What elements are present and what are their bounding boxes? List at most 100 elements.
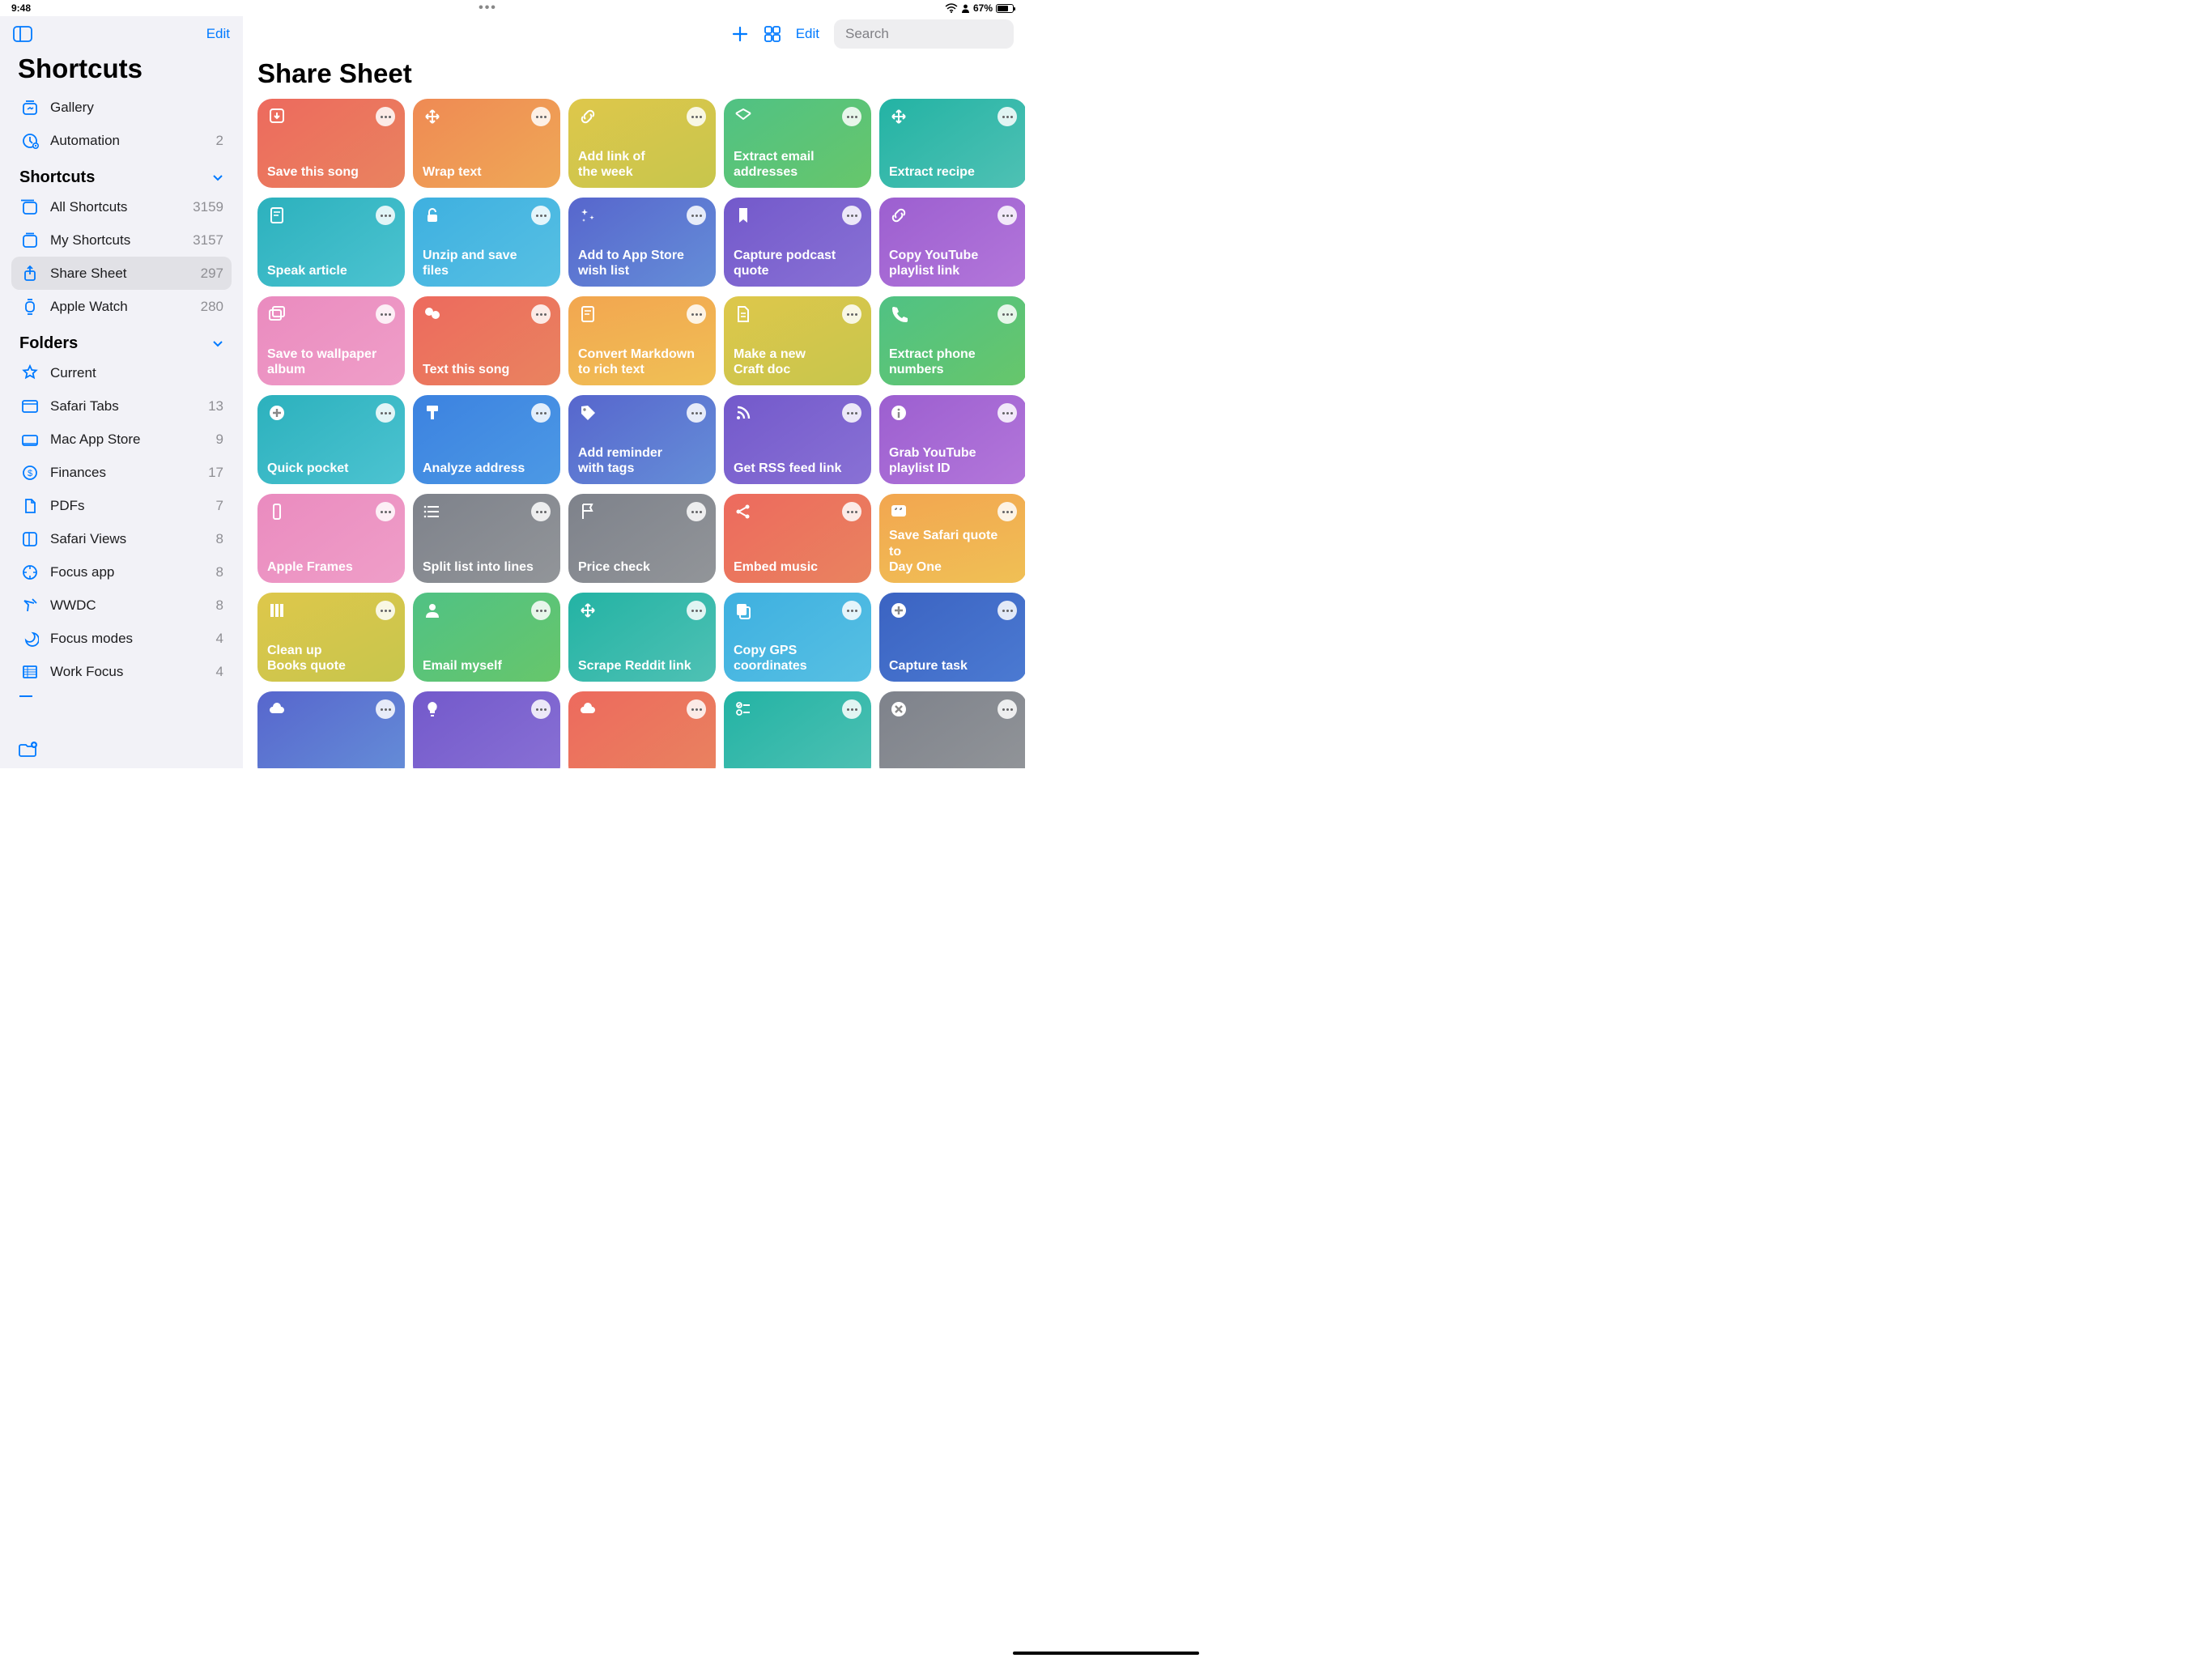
shortcut-card[interactable]: Price check: [568, 494, 716, 583]
grid-view-button[interactable]: [764, 25, 781, 43]
shortcut-card[interactable]: Copy YouTube playlist link: [879, 198, 1025, 287]
card-more-button[interactable]: [842, 403, 861, 423]
card-more-button[interactable]: [687, 304, 706, 324]
sidebar-item-share[interactable]: Share Sheet 297: [11, 257, 232, 290]
card-more-button[interactable]: [998, 502, 1017, 521]
shortcut-card[interactable]: Analyze address: [413, 395, 560, 484]
shortcut-card[interactable]: Extract recipe: [879, 99, 1025, 188]
card-more-button[interactable]: [998, 699, 1017, 719]
shortcut-card[interactable]: [879, 691, 1025, 768]
card-more-button[interactable]: [687, 699, 706, 719]
shortcut-card[interactable]: Add reminder with tags: [568, 395, 716, 484]
card-more-button[interactable]: [842, 502, 861, 521]
shortcut-card[interactable]: Save this song: [257, 99, 405, 188]
shortcut-card[interactable]: Clean up Books quote: [257, 593, 405, 682]
card-more-button[interactable]: [376, 403, 395, 423]
shortcut-card[interactable]: Save to wallpaper album: [257, 296, 405, 385]
sidebar-item-wwdc[interactable]: WWDC 8: [11, 589, 232, 622]
card-more-button[interactable]: [376, 699, 395, 719]
card-more-button[interactable]: [531, 502, 551, 521]
shortcut-card[interactable]: Wrap text: [413, 99, 560, 188]
sidebar-item-current[interactable]: Current: [11, 356, 232, 389]
sidebar-item-macappstore[interactable]: Mac App Store 9: [11, 423, 232, 456]
sidebar-section-folders[interactable]: Folders: [11, 323, 232, 356]
main-edit-button[interactable]: Edit: [796, 26, 819, 42]
card-more-button[interactable]: [687, 107, 706, 126]
shortcut-card[interactable]: Embed music: [724, 494, 871, 583]
sidebar-item-workfocus[interactable]: Work Focus 4: [11, 655, 232, 688]
sidebar-item-safaritabs[interactable]: Safari Tabs 13: [11, 389, 232, 423]
card-more-button[interactable]: [687, 206, 706, 225]
shortcut-card[interactable]: Scrape Reddit link: [568, 593, 716, 682]
shortcut-card[interactable]: Extract email addresses: [724, 99, 871, 188]
card-more-button[interactable]: [376, 206, 395, 225]
sidebar-item-all[interactable]: All Shortcuts 3159: [11, 190, 232, 223]
shortcut-card[interactable]: Apple Frames: [257, 494, 405, 583]
card-more-button[interactable]: [687, 502, 706, 521]
shortcut-card[interactable]: Email myself: [413, 593, 560, 682]
search-box[interactable]: [834, 19, 1014, 49]
card-more-button[interactable]: [376, 601, 395, 620]
new-folder-button[interactable]: [0, 733, 243, 768]
card-more-button[interactable]: [531, 699, 551, 719]
card-more-button[interactable]: [998, 206, 1017, 225]
card-more-button[interactable]: [531, 206, 551, 225]
shortcut-card[interactable]: [568, 691, 716, 768]
shortcut-card[interactable]: Grab YouTube playlist ID: [879, 395, 1025, 484]
card-more-button[interactable]: [998, 403, 1017, 423]
card-more-button[interactable]: [998, 107, 1017, 126]
sidebar-item-finances[interactable]: $ Finances 17: [11, 456, 232, 489]
add-button[interactable]: [731, 25, 749, 43]
card-more-button[interactable]: [376, 107, 395, 126]
shortcut-card[interactable]: [724, 691, 871, 768]
card-more-button[interactable]: [842, 699, 861, 719]
card-more-button[interactable]: [842, 107, 861, 126]
card-more-button[interactable]: [842, 304, 861, 324]
sidebar-section-shortcuts[interactable]: Shortcuts: [11, 157, 232, 190]
shortcut-card[interactable]: Make a new Craft doc: [724, 296, 871, 385]
shortcut-card[interactable]: Add link of the week: [568, 99, 716, 188]
shortcut-card[interactable]: [413, 691, 560, 768]
toggle-sidebar-button[interactable]: [13, 26, 32, 42]
sidebar-item-focusmodes[interactable]: Focus modes 4: [11, 622, 232, 655]
shortcut-card[interactable]: Add to App Store wish list: [568, 198, 716, 287]
shortcut-card[interactable]: Save Safari quote to Day One: [879, 494, 1025, 583]
sidebar-item-focusapp[interactable]: Focus app 8: [11, 555, 232, 589]
shortcut-card[interactable]: Quick pocket: [257, 395, 405, 484]
link-icon: [578, 107, 598, 126]
card-more-button[interactable]: [531, 403, 551, 423]
shortcut-card[interactable]: Capture podcast quote: [724, 198, 871, 287]
sidebar-item-my[interactable]: My Shortcuts 3157: [11, 223, 232, 257]
shortcut-card[interactable]: Speak article: [257, 198, 405, 287]
card-more-button[interactable]: [531, 107, 551, 126]
shortcut-card[interactable]: Split list into lines: [413, 494, 560, 583]
sidebar-edit-button[interactable]: Edit: [206, 26, 230, 42]
shortcut-card[interactable]: Text this song: [413, 296, 560, 385]
card-more-button[interactable]: [687, 403, 706, 423]
card-more-button[interactable]: [842, 601, 861, 620]
shortcut-card[interactable]: Get RSS feed link: [724, 395, 871, 484]
search-input[interactable]: [845, 26, 1024, 42]
shortcut-card[interactable]: Capture task: [879, 593, 1025, 682]
card-more-button[interactable]: [842, 206, 861, 225]
shortcut-card[interactable]: Unzip and save files: [413, 198, 560, 287]
home-indicator[interactable]: [1013, 1652, 1199, 1655]
card-more-button[interactable]: [531, 304, 551, 324]
card-more-button[interactable]: [998, 601, 1017, 620]
shortcut-card[interactable]: Extract phone numbers: [879, 296, 1025, 385]
sidebar-item-automation[interactable]: Automation 2: [11, 124, 232, 157]
card-more-button[interactable]: [998, 304, 1017, 324]
shortcut-card[interactable]: Convert Markdown to rich text: [568, 296, 716, 385]
shortcut-card[interactable]: [257, 691, 405, 768]
sidebar-item-safariviews[interactable]: Safari Views 8: [11, 522, 232, 555]
card-more-button[interactable]: [376, 502, 395, 521]
multitask-handle[interactable]: •••: [479, 1, 497, 15]
sidebar-item-gallery[interactable]: Gallery: [11, 91, 232, 124]
card-more-button[interactable]: [531, 601, 551, 620]
sidebar-item-label: My Shortcuts: [50, 232, 183, 249]
shortcut-card[interactable]: Copy GPS coordinates: [724, 593, 871, 682]
sidebar-item-watch[interactable]: Apple Watch 280: [11, 290, 232, 323]
card-more-button[interactable]: [376, 304, 395, 324]
sidebar-item-pdfs[interactable]: PDFs 7: [11, 489, 232, 522]
card-more-button[interactable]: [687, 601, 706, 620]
